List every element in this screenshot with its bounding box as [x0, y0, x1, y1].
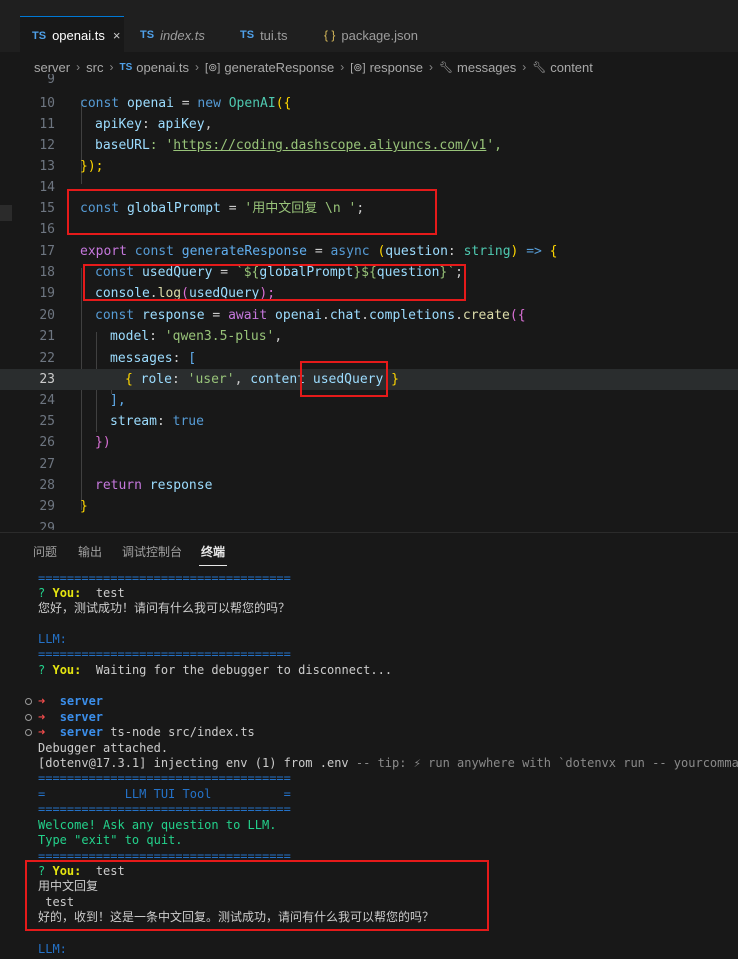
breadcrumb-item-content[interactable]: content [550, 60, 593, 75]
breadcrumb-item-src[interactable]: src [86, 60, 103, 75]
annotation-box [25, 860, 489, 931]
terminal-line: 您好，测试成功！请问有什么我可以帮您的吗？ [38, 601, 291, 615]
terminal-line: Type "exit" to quit. [38, 833, 183, 847]
tab-label: package.json [341, 27, 418, 43]
breadcrumb-item-server[interactable]: server [34, 60, 70, 75]
tab-package-json[interactable]: { } package.json [312, 16, 442, 54]
code-line: 17 export const generateResponse = async … [39, 244, 558, 259]
code-line: 29 [39, 521, 55, 530]
tab-output[interactable]: 输出 [78, 543, 102, 560]
chevron-right-icon: › [195, 60, 200, 74]
json-file-icon: { } [324, 28, 336, 42]
chevron-right-icon: › [429, 60, 434, 74]
typescript-file-icon: TS [140, 29, 155, 41]
tab-terminal[interactable]: 终端 [198, 543, 228, 566]
terminal-line: =================================== [38, 647, 291, 661]
code-line: 28 return response [39, 478, 213, 493]
text-cursor-icon: Ｉ [526, 526, 542, 530]
command-decoration-icon[interactable] [25, 698, 32, 705]
tab-label: index.ts [160, 27, 205, 43]
code-line: 27 [39, 457, 55, 472]
breadcrumb-item-function[interactable]: generateResponse [224, 60, 334, 75]
typescript-file-icon: TS [32, 29, 47, 42]
code-line: 11 apiKey: apiKey, [39, 117, 213, 132]
terminal-line: LLM: [38, 632, 67, 646]
terminal-line: Debugger attached. [38, 741, 169, 755]
bottom-panel: 问题 输出 调试控制台 终端 =========================… [0, 532, 738, 959]
variable-symbol-icon: [⊚] [350, 61, 366, 74]
terminal-line: =================================== [38, 571, 291, 585]
chevron-right-icon: › [76, 60, 81, 74]
close-icon[interactable]: × [113, 28, 121, 43]
tab-openai-ts[interactable]: TS openai.ts × [20, 16, 124, 54]
code-line: 13}); [39, 159, 104, 174]
command-decoration-icon[interactable] [25, 729, 32, 736]
annotation-box [83, 264, 466, 301]
terminal-line: =================================== [38, 802, 291, 816]
tab-debug-console[interactable]: 调试控制台 [122, 543, 182, 560]
terminal-line: ➜ server [38, 694, 104, 708]
command-decoration-icon[interactable] [25, 714, 32, 721]
breadcrumb-item-response[interactable]: response [370, 60, 423, 75]
terminal-line: =================================== [38, 771, 291, 785]
code-line: 10 const openai = new OpenAI({ [39, 96, 292, 111]
panel-tab-bar: 问题 输出 调试控制台 终端 [0, 533, 738, 571]
typescript-file-icon: TS [240, 29, 255, 41]
typescript-file-icon: TS [119, 61, 133, 73]
tab-label: openai.ts [52, 28, 105, 43]
annotation-box [67, 189, 437, 235]
code-line: 20 const response = await openai.chat.com… [39, 308, 526, 323]
tab-index-ts[interactable]: TS index.ts [128, 16, 226, 54]
code-line: 25 stream: true [39, 414, 204, 429]
chevron-right-icon: › [109, 60, 114, 74]
tab-label: tui.ts [260, 27, 288, 43]
terminal-line: ? You: test [38, 586, 125, 600]
code-editor[interactable]: 9 10 const openai = new OpenAI({ 11 apiKey… [0, 74, 738, 530]
url-link[interactable]: https://coding.dashscope.aliyuncs.com/v1 [173, 138, 486, 153]
wrench-icon: 🔧︎ [532, 61, 547, 74]
chevron-right-icon: › [522, 60, 527, 74]
annotation-box [300, 361, 388, 397]
code-line: 29} [39, 499, 88, 514]
chevron-right-icon: › [340, 60, 345, 74]
terminal-line: ➜ server [38, 710, 104, 724]
variable-symbol-icon: [⊚] [205, 61, 221, 74]
code-line: 12 baseURL: 'https://coding.dashscope.ali… [39, 138, 503, 153]
tab-problems[interactable]: 问题 [33, 543, 57, 560]
terminal-line: [dotenv@17.3.1] injecting env (1) from .… [38, 756, 738, 770]
code-line: 21 model: 'qwen3.5-plus', [39, 329, 283, 344]
breadcrumb-item-file[interactable]: openai.ts [136, 60, 189, 75]
code-line: 26}) [39, 435, 111, 450]
terminal-line: ? You: Waiting for the debugger to disco… [38, 663, 393, 677]
wrench-icon: 🔧︎ [439, 61, 454, 74]
terminal-line: LLM: [38, 942, 67, 956]
tab-tui-ts[interactable]: TS tui.ts [228, 16, 312, 54]
terminal-line: = LLM TUI Tool = [38, 787, 291, 801]
terminal-line: ➜ server ts-node src/index.ts [38, 725, 255, 739]
code-line: 9 [47, 74, 55, 87]
breadcrumb-item-messages[interactable]: messages [457, 60, 516, 75]
terminal-line: Welcome! Ask any question to LLM. [38, 818, 277, 832]
editor-tab-bar: TS openai.ts × TS index.ts TS tui.ts { }… [0, 0, 738, 54]
